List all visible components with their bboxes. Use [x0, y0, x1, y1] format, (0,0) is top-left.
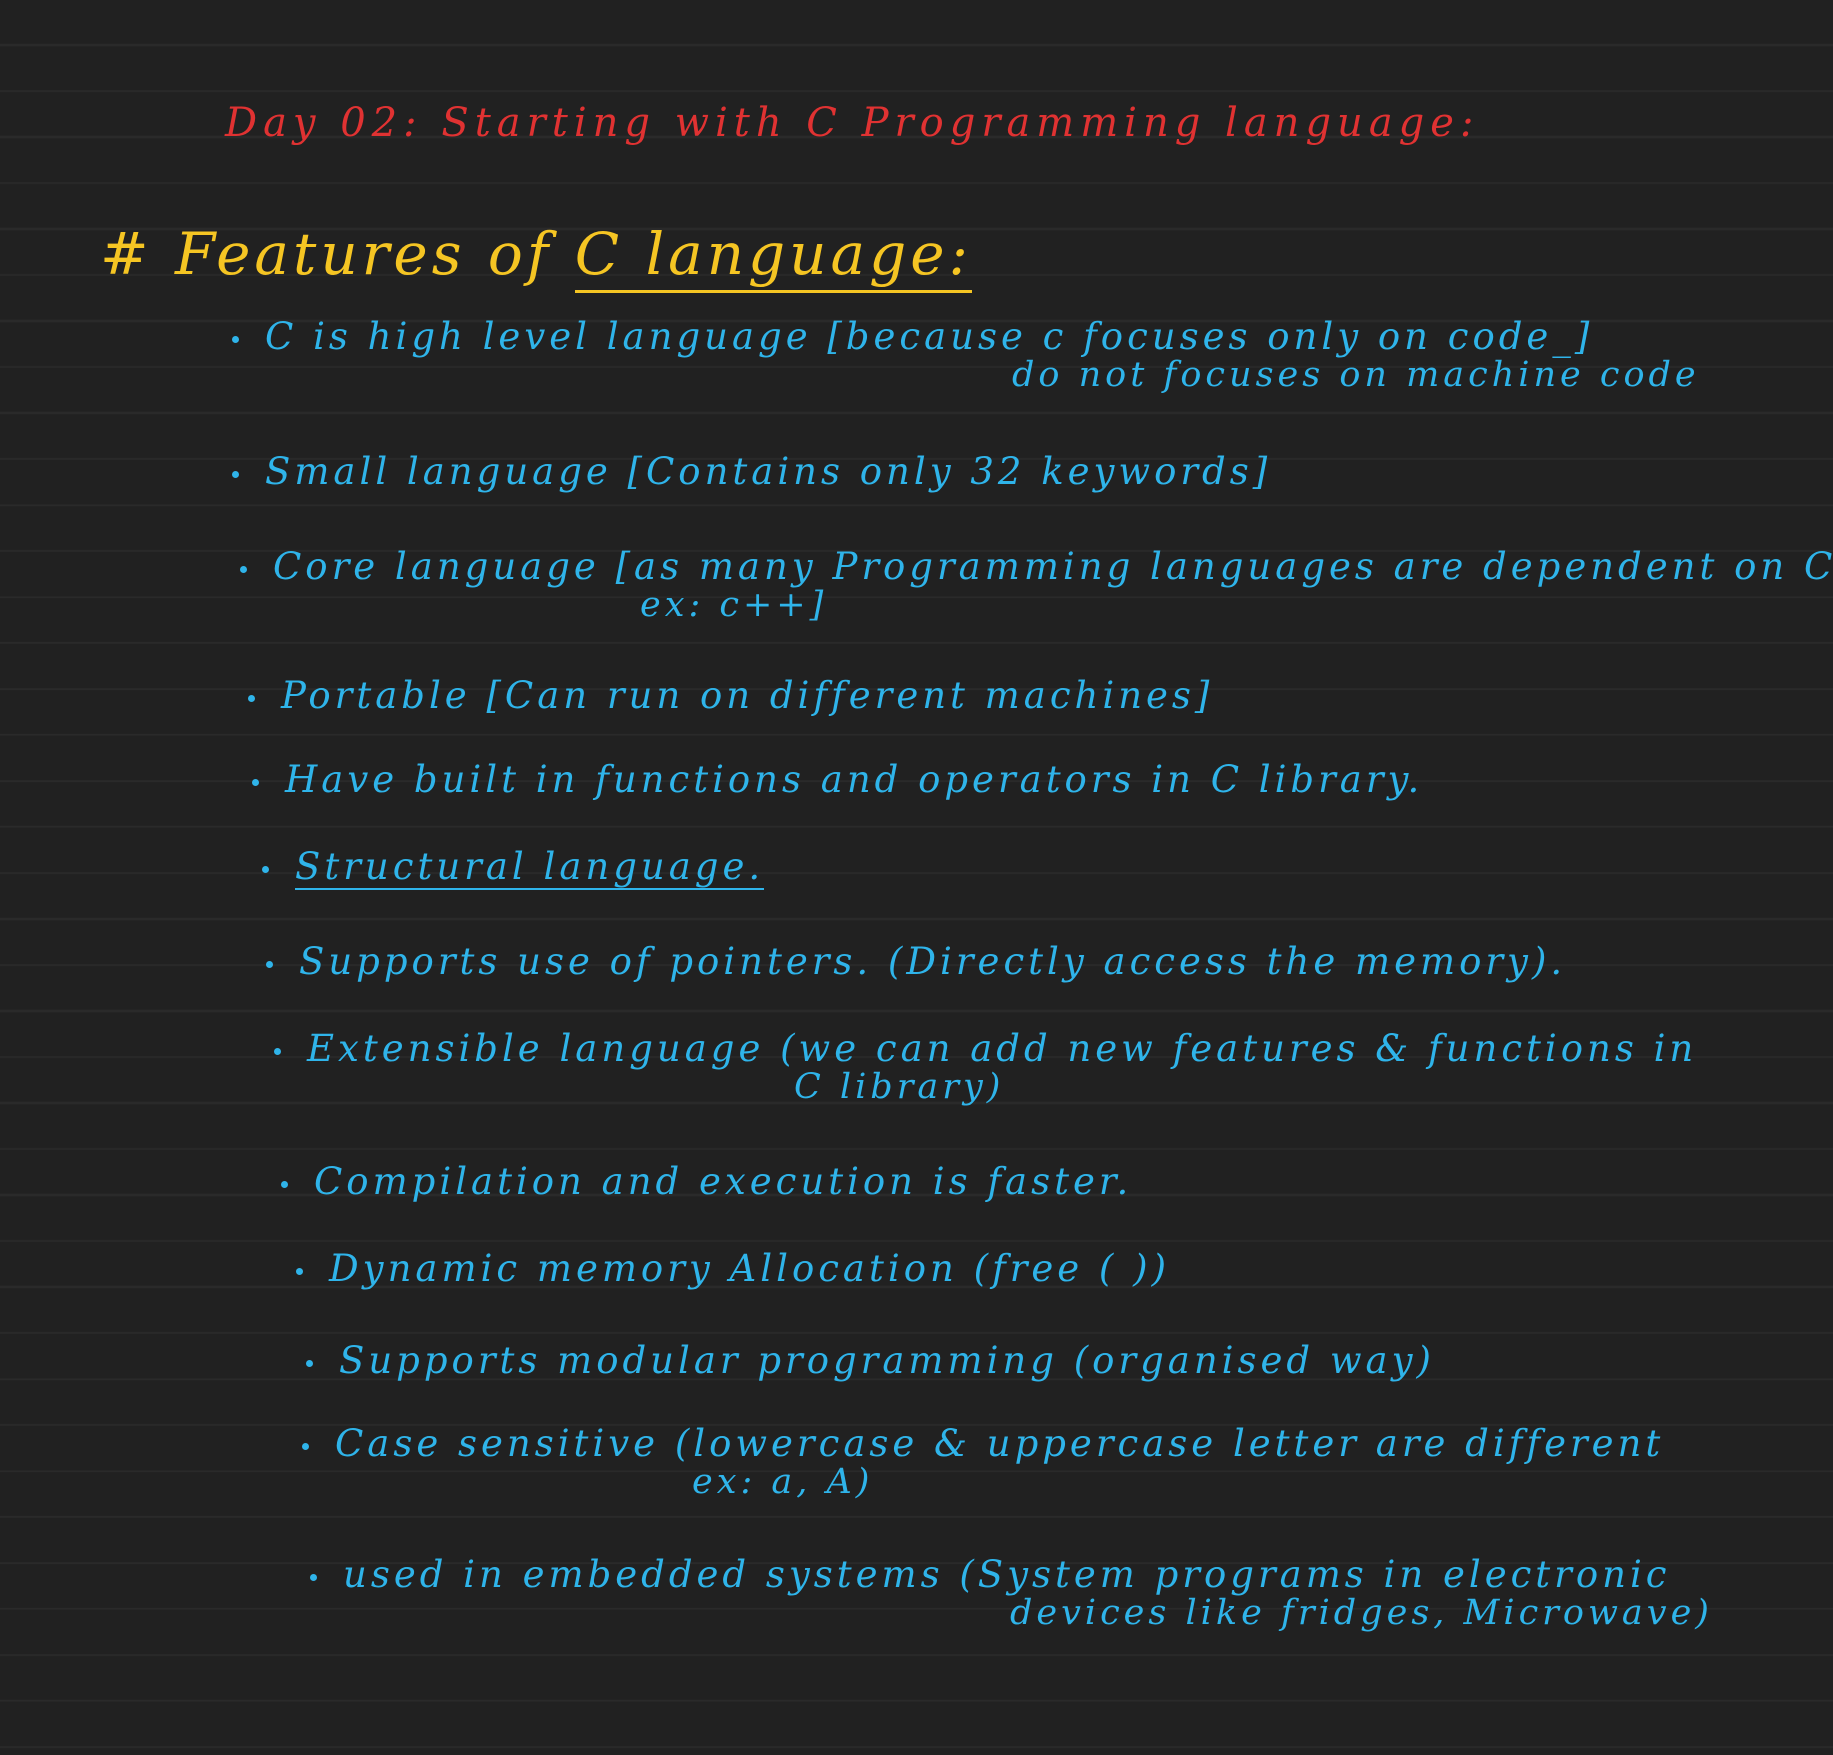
list-item-text: Core language [as many Programming langu…: [273, 545, 1833, 588]
list-item-continuation: ex: c++]: [640, 584, 828, 625]
note-page: Day 02: Starting with C Programming lang…: [0, 0, 1833, 1755]
list-item-text: Extensible language (we can add new feat…: [307, 1027, 1698, 1070]
list-item: used in embedded systems (System program…: [310, 1553, 1713, 1633]
list-item: Extensible language (we can add new feat…: [274, 1027, 1698, 1107]
list-item-text: Have built in functions and operators in…: [285, 758, 1424, 801]
list-item: C is high level language [because c focu…: [232, 315, 1700, 395]
list-item-text: Supports modular programming (organised …: [339, 1339, 1435, 1382]
list-item: Have built in functions and operators in…: [252, 758, 1424, 801]
list-item-text: Dynamic memory Allocation (free ( )): [329, 1247, 1171, 1290]
list-item: Compilation and execution is faster.: [281, 1160, 1133, 1203]
bullet-dot: [302, 1443, 309, 1450]
bullet-dot: [310, 1574, 317, 1581]
list-item-text: Compilation and execution is faster.: [314, 1160, 1133, 1203]
list-item-text: Case sensitive (lowercase & uppercase le…: [335, 1422, 1665, 1465]
note-title: Day 02: Starting with C Programming lang…: [225, 100, 1480, 146]
bullet-dot: [306, 1360, 313, 1367]
list-item-continuation: C library): [794, 1066, 1005, 1107]
list-item-text: Supports use of pointers. (Directly acce…: [299, 940, 1567, 983]
list-item-continuation: ex: a, A): [692, 1461, 874, 1502]
list-item: Small language [Contains only 32 keyword…: [232, 450, 1272, 493]
section-heading: # Features of C language:: [100, 220, 973, 293]
list-item: Structural language.: [262, 845, 765, 890]
bullet-dot: [232, 471, 239, 478]
list-item-text: Portable [Can run on different machines]: [281, 674, 1214, 717]
list-item: Supports use of pointers. (Directly acce…: [266, 940, 1567, 983]
list-item: Case sensitive (lowercase & uppercase le…: [302, 1422, 1665, 1502]
list-item-continuation: do not focuses on machine code: [1012, 354, 1700, 395]
list-item: Dynamic memory Allocation (free ( )): [296, 1247, 1171, 1290]
list-item: Portable [Can run on different machines]: [248, 674, 1214, 717]
bullet-dot: [248, 695, 255, 702]
bullet-dot: [232, 336, 239, 343]
bullet-dot: [296, 1268, 303, 1275]
list-item-text: Structural language.: [295, 845, 765, 890]
list-item: Core language [as many Programming langu…: [240, 545, 1833, 625]
bullet-dot: [281, 1181, 288, 1188]
bullet-dot: [240, 566, 247, 573]
heading-underlined: C language:: [574, 220, 973, 293]
list-item-text: C is high level language [because c focu…: [265, 315, 1594, 358]
bullet-dot: [252, 779, 259, 786]
list-item-text: used in embedded systems (System program…: [343, 1553, 1671, 1596]
list-item: Supports modular programming (organised …: [306, 1339, 1435, 1382]
list-item-text: Small language [Contains only 32 keyword…: [265, 450, 1272, 493]
heading-prefix: # Features of: [100, 220, 575, 288]
bullet-dot: [262, 866, 269, 873]
bullet-dot: [274, 1048, 281, 1055]
bullet-dot: [266, 961, 273, 968]
list-item-continuation: devices like fridges, Microwave): [1010, 1592, 1713, 1633]
